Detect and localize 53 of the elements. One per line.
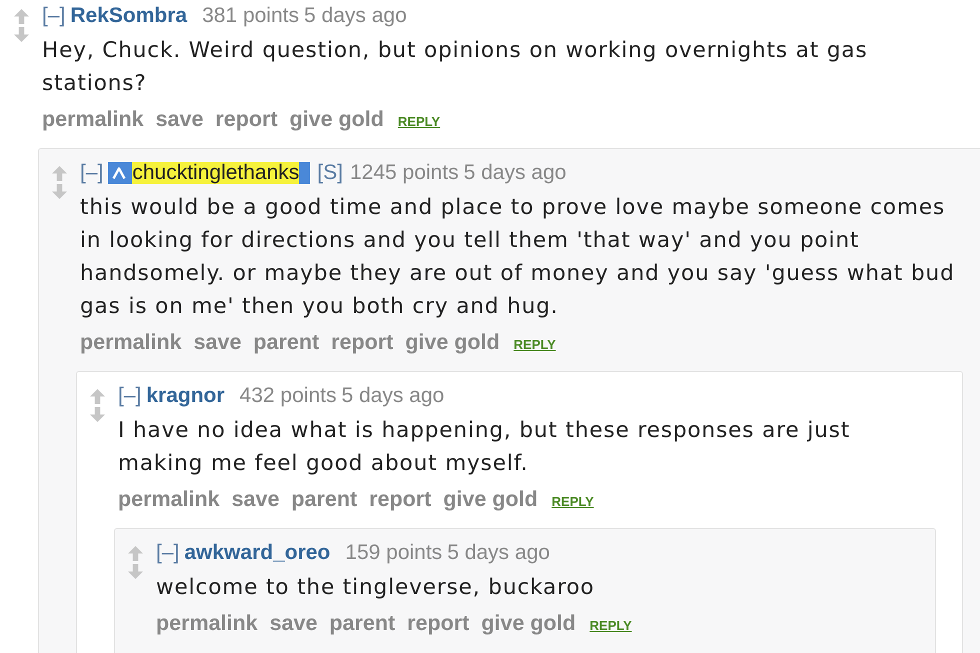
reply-link[interactable]: REPLY <box>590 612 632 640</box>
action-link[interactable]: give gold <box>290 105 384 133</box>
score-text: 1245 points <box>350 160 459 186</box>
action-link[interactable]: give gold <box>405 328 500 356</box>
author-link[interactable]: awkward_oreo <box>184 539 330 567</box>
action-link[interactable]: save <box>232 485 280 513</box>
action-link[interactable]: give gold <box>481 609 576 637</box>
downvote-arrow-icon[interactable] <box>52 184 67 199</box>
downvote-arrow-icon[interactable] <box>128 564 143 579</box>
author-link[interactable]: kragnor <box>146 382 225 410</box>
action-link[interactable]: parent <box>329 609 396 637</box>
action-link[interactable]: permalink <box>80 328 182 356</box>
action-link[interactable]: save <box>270 609 318 637</box>
comment-text: Hey, Chuck. Weird question, but opinions on working overnights at gas stations? <box>42 37 869 98</box>
action-link[interactable]: permalink <box>118 485 220 513</box>
score-text: 159 points <box>345 540 442 566</box>
upvote-arrow-icon[interactable] <box>128 546 143 561</box>
upvote-arrow-icon[interactable] <box>52 166 67 181</box>
action-link[interactable]: report <box>215 105 278 133</box>
reply-link[interactable]: REPLY <box>514 331 556 359</box>
upvote-arrow-icon[interactable] <box>90 389 105 404</box>
downvote-arrow-icon[interactable] <box>14 27 29 42</box>
submitter-tag[interactable]: [S] <box>317 159 343 187</box>
action-link[interactable]: parent <box>253 328 320 356</box>
timestamp: 5 days ago <box>447 540 550 566</box>
comment-text: I have no idea what is happening, but these responses are just making me feel good about myself. <box>118 417 852 478</box>
author-link[interactable]: chucktinglethanks <box>108 162 310 184</box>
comment-text: this would be a good time and place to prove love maybe someone comes in looking for directions and you tell them 'that way' and you point handsomely. or maybe they are out of money and you say 'guess what bud gas is on me' then you both cry and hug. <box>80 194 956 321</box>
downvote-arrow-icon[interactable] <box>90 407 105 422</box>
collapse-toggle[interactable]: [–] <box>42 2 66 30</box>
collapse-toggle[interactable]: [–] <box>156 539 180 567</box>
timestamp: 5 days ago <box>464 160 566 186</box>
action-link[interactable]: permalink <box>42 105 144 133</box>
action-link[interactable]: save <box>194 328 242 356</box>
reply-link[interactable]: REPLY <box>398 108 440 136</box>
score-text: 432 points <box>240 383 336 409</box>
upvote-arrow-icon[interactable] <box>14 9 29 24</box>
timestamp: 5 days ago <box>341 383 444 409</box>
action-link[interactable]: permalink <box>156 609 258 637</box>
score-text: 381 points <box>202 3 299 29</box>
action-link[interactable]: report <box>331 328 394 356</box>
reply-link[interactable]: REPLY <box>552 488 594 516</box>
collapse-toggle[interactable]: [–] <box>80 159 104 187</box>
comment-text: welcome to the tingleverse, buckaroo <box>156 574 596 602</box>
collapse-toggle[interactable]: [–] <box>118 382 142 410</box>
timestamp: 5 days ago <box>304 3 407 29</box>
author-link[interactable]: RekSombra <box>70 2 188 30</box>
action-link[interactable]: give gold <box>443 485 538 513</box>
chevron-up-icon <box>112 167 126 179</box>
action-link[interactable]: report <box>369 485 432 513</box>
action-link[interactable]: parent <box>291 485 358 513</box>
action-link[interactable]: save <box>156 105 204 133</box>
action-link[interactable]: report <box>407 609 470 637</box>
